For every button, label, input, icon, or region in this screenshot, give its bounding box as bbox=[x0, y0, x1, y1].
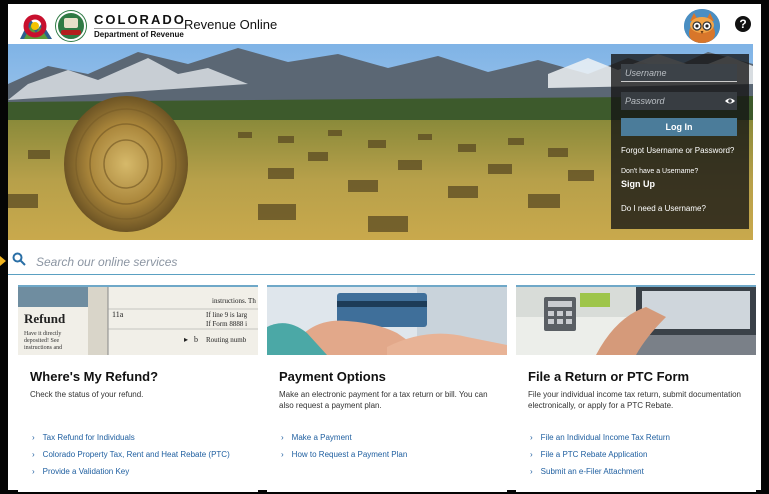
card-description: Check the status of your refund. bbox=[30, 390, 144, 399]
form-line-2: If line 9 is larg bbox=[206, 311, 248, 319]
card-description: Make an electronic payment for a tax ret… bbox=[279, 390, 488, 410]
link-make-payment[interactable]: › Make a Payment bbox=[281, 433, 407, 450]
search-input[interactable] bbox=[34, 251, 638, 273]
card-link-list: › Make a Payment › How to Request a Paymen… bbox=[281, 433, 407, 467]
line-label: 11a bbox=[112, 310, 124, 319]
password-input[interactable] bbox=[621, 92, 737, 110]
link-payment-plan[interactable]: › How to Request a Payment Plan bbox=[281, 450, 407, 467]
chevron-right-icon: › bbox=[530, 450, 533, 459]
chevron-right-icon: › bbox=[281, 433, 284, 442]
card-refund: Refund Have it directly deposited! See i… bbox=[18, 285, 258, 492]
card-description: File your individual income tax return, … bbox=[528, 390, 741, 410]
org-name: COLORADO bbox=[94, 12, 186, 27]
chevron-right-icon: › bbox=[32, 433, 35, 442]
file-return-image bbox=[516, 287, 756, 355]
routing-label: b bbox=[194, 335, 198, 344]
card-link-list: › File an Individual Income Tax Return › F… bbox=[530, 433, 670, 484]
chevron-right-icon: › bbox=[32, 450, 35, 459]
card-title: Payment Options bbox=[279, 369, 386, 384]
state-seal-icon bbox=[56, 11, 86, 41]
chevron-right-icon: › bbox=[530, 467, 533, 476]
refund-form-image: Refund Have it directly deposited! See i… bbox=[18, 287, 258, 355]
svg-text:deposited! See: deposited! See bbox=[24, 338, 59, 344]
link-ptc-rebate-status[interactable]: › Colorado Property Tax, Rent and Heat Re… bbox=[32, 450, 230, 467]
card-title: Where's My Refund? bbox=[30, 369, 159, 384]
no-username-text: Don't have a Username? bbox=[621, 168, 699, 175]
eye-icon[interactable] bbox=[725, 96, 735, 106]
refund-heading: Refund bbox=[24, 311, 66, 326]
logo[interactable]: COLORADO Department of Revenue bbox=[18, 11, 186, 41]
routing-text: Routing numb bbox=[206, 336, 247, 344]
chevron-right-icon: › bbox=[32, 467, 35, 476]
avatar[interactable] bbox=[684, 9, 720, 43]
svg-text:instructions and: instructions and bbox=[24, 345, 62, 351]
svg-text:Have it directly: Have it directly bbox=[24, 331, 61, 337]
chevron-right-icon: › bbox=[281, 450, 284, 459]
service-search bbox=[8, 248, 755, 275]
svg-text:▸: ▸ bbox=[184, 335, 188, 344]
card-file-return: File a Return or PTC Form File your indi… bbox=[516, 285, 756, 492]
username-input[interactable] bbox=[621, 64, 737, 82]
form-line-1: instructions. Th bbox=[212, 297, 256, 305]
arrow-pointer-icon bbox=[0, 256, 6, 266]
app-title: Revenue Online bbox=[184, 17, 278, 32]
card-title: File a Return or PTC Form bbox=[528, 369, 690, 384]
card-link-list: › Tax Refund for Individuals › Colorado Pr… bbox=[32, 433, 230, 484]
link-ptc-application[interactable]: › File a PTC Rebate Application bbox=[530, 450, 670, 467]
link-validation-key[interactable]: › Provide a Validation Key bbox=[32, 467, 230, 484]
org-subtitle: Department of Revenue bbox=[94, 28, 186, 39]
form-line-3: If Form 8888 i bbox=[206, 320, 247, 328]
chevron-right-icon: › bbox=[530, 433, 533, 442]
link-tax-refund[interactable]: › Tax Refund for Individuals bbox=[32, 433, 230, 450]
signup-link[interactable]: Sign Up bbox=[621, 179, 655, 189]
colorado-flag-logo bbox=[18, 13, 52, 39]
card-payment: Payment Options Make an electronic payme… bbox=[267, 285, 507, 492]
login-button[interactable]: Log In bbox=[621, 118, 737, 136]
forgot-credentials-link[interactable]: Forgot Username or Password? bbox=[621, 146, 734, 155]
help-icon[interactable]: ? bbox=[735, 16, 751, 32]
payment-image bbox=[267, 287, 507, 355]
site-header: COLORADO Department of Revenue Revenue O… bbox=[8, 4, 761, 44]
search-icon[interactable] bbox=[12, 252, 26, 266]
link-efiler-attachment[interactable]: › Submit an e-Filer Attachment bbox=[530, 467, 670, 484]
login-panel: Log In Forgot Username or Password? Don'… bbox=[611, 54, 749, 229]
need-username-link[interactable]: Do I need a Username? bbox=[621, 204, 706, 213]
link-file-income-tax[interactable]: › File an Individual Income Tax Return bbox=[530, 433, 670, 450]
